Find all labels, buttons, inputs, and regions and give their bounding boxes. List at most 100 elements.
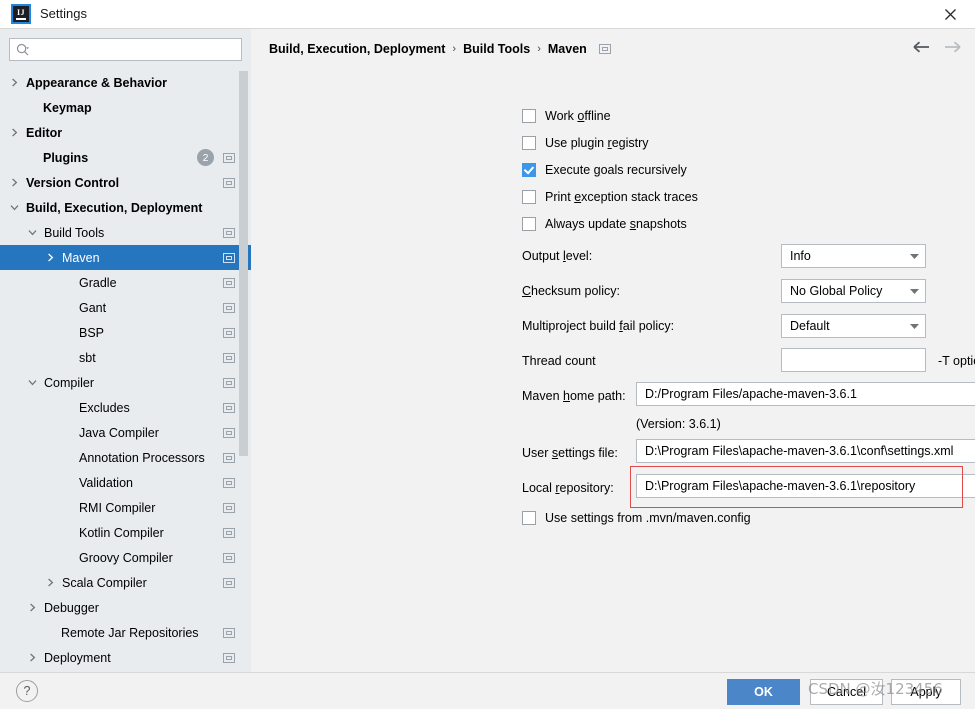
sidebar-item-label: Scala Compiler — [62, 575, 147, 590]
checksum-policy-dropdown[interactable]: No Global Policy — [781, 279, 926, 303]
sidebar-item-maven[interactable]: Maven — [0, 245, 251, 270]
chevron-down-icon[interactable] — [26, 376, 39, 389]
settings-mark-icon — [223, 327, 235, 338]
chevron-down-icon — [903, 252, 925, 260]
sidebar-item-appearance-behavior[interactable]: Appearance & Behavior — [0, 70, 251, 95]
sidebar-item-label: sbt — [79, 350, 96, 365]
checkbox-label-print-exception-stack-traces: Print exception stack traces — [545, 190, 698, 204]
settings-mark-icon — [223, 377, 235, 388]
chevron-right-icon[interactable] — [26, 601, 39, 614]
multiproject-fail-policy-label: Multiproject build fail policy: — [522, 319, 675, 333]
chevron-right-icon[interactable] — [44, 576, 57, 589]
sidebar-item-plugins[interactable]: Plugins 2 — [0, 145, 251, 170]
sidebar-item-editor[interactable]: Editor — [0, 120, 251, 145]
sidebar-item-remote-jar-repositories[interactable]: Remote Jar Repositories — [0, 620, 251, 645]
sidebar-scrollbar[interactable] — [239, 71, 248, 456]
checkbox-always-update-snapshots[interactable] — [522, 217, 536, 231]
search-input[interactable] — [34, 41, 241, 58]
search-icon — [16, 43, 30, 57]
breadcrumb-separator: › — [452, 43, 457, 55]
checkbox-execute-goals-recursively[interactable] — [522, 163, 536, 177]
user-settings-file-input[interactable]: D:\Program Files\apache-maven-3.6.1\conf… — [636, 439, 975, 463]
chevron-right-icon[interactable] — [44, 251, 57, 264]
settings-mark-icon — [223, 402, 235, 413]
breadcrumb-part-0[interactable]: Build, Execution, Deployment — [269, 42, 445, 56]
arrow-right-icon[interactable] — [944, 41, 961, 56]
sidebar-item-bsp[interactable]: BSP — [0, 320, 251, 345]
chevron-down-icon — [903, 322, 925, 330]
apply-button[interactable]: Apply — [891, 679, 961, 705]
chevron-down-icon[interactable] — [8, 201, 21, 214]
intellij-idea-logo-icon: IJ — [11, 4, 31, 24]
sidebar-item-label: RMI Compiler — [79, 500, 156, 515]
breadcrumb-part-2[interactable]: Maven — [548, 42, 587, 56]
sidebar-item-annotation-processors[interactable]: Annotation Processors — [0, 445, 251, 470]
settings-mark-icon — [223, 652, 235, 663]
checkbox-label-execute-goals-recursively: Execute goals recursively — [545, 163, 687, 177]
sidebar-item-keymap[interactable]: Keymap — [0, 95, 251, 120]
dialog-footer: ? OK Cancel Apply — [0, 672, 975, 709]
sidebar-item-scala-compiler[interactable]: Scala Compiler — [0, 570, 251, 595]
sidebar-item-gradle[interactable]: Gradle — [0, 270, 251, 295]
sidebar-item-gant[interactable]: Gant — [0, 295, 251, 320]
window-title: Settings — [40, 6, 87, 21]
sidebar-item-label: Gradle — [79, 275, 117, 290]
chevron-right-icon[interactable] — [8, 176, 21, 189]
sidebar-item-excludes[interactable]: Excludes — [0, 395, 251, 420]
output-level-label: Output level: — [522, 249, 593, 263]
help-icon[interactable]: ? — [16, 680, 38, 702]
maven-home-path-dropdown[interactable]: D:/Program Files/apache-maven-3.6.1 — [636, 382, 975, 406]
chevron-down-icon[interactable] — [26, 226, 39, 239]
sidebar-item-build-execution-deployment[interactable]: Build, Execution, Deployment — [0, 195, 251, 220]
thread-count-input[interactable] — [781, 348, 926, 372]
sidebar-item-label: Deployment — [44, 650, 111, 665]
chevron-right-icon[interactable] — [8, 76, 21, 89]
arrow-left-icon[interactable] — [913, 41, 930, 56]
sidebar-item-java-compiler[interactable]: Java Compiler — [0, 420, 251, 445]
checkbox-row-work-offline: Work offline — [522, 109, 611, 123]
settings-mark-icon — [223, 252, 235, 263]
sidebar-item-label: Plugins — [43, 150, 89, 165]
settings-mark-icon — [223, 227, 235, 238]
sidebar-item-kotlin-compiler[interactable]: Kotlin Compiler — [0, 520, 251, 545]
settings-mark-icon — [223, 627, 235, 638]
settings-dialog: IJ Settings Appearance & Behavior Keymap E… — [0, 0, 975, 709]
sidebar-item-groovy-compiler[interactable]: Groovy Compiler — [0, 545, 251, 570]
multiproject-fail-policy-dropdown[interactable]: Default — [781, 314, 926, 338]
checkbox-print-exception-stack-traces[interactable] — [522, 190, 536, 204]
sidebar-item-validation[interactable]: Validation — [0, 470, 251, 495]
cancel-button[interactable]: Cancel — [810, 679, 883, 705]
chevron-right-icon[interactable] — [8, 126, 21, 139]
close-icon[interactable] — [929, 0, 971, 28]
breadcrumb-part-1[interactable]: Build Tools — [463, 42, 530, 56]
maven-version-note: (Version: 3.6.1) — [636, 417, 721, 431]
sidebar-item-label: Groovy Compiler — [79, 550, 173, 565]
checkbox-use-plugin-registry[interactable] — [522, 136, 536, 150]
checkbox-work-offline[interactable] — [522, 109, 536, 123]
sidebar-item-compiler[interactable]: Compiler — [0, 370, 251, 395]
sidebar-item-deployment[interactable]: Deployment — [0, 645, 251, 670]
sidebar-item-label: Debugger — [44, 600, 99, 615]
sidebar-item-debugger[interactable]: Debugger — [0, 595, 251, 620]
sidebar-item-version-control[interactable]: Version Control — [0, 170, 251, 195]
local-repository-input[interactable]: D:\Program Files\apache-maven-3.6.1\repo… — [636, 474, 975, 498]
output-level-dropdown[interactable]: Info — [781, 244, 926, 268]
search-field[interactable] — [9, 38, 242, 61]
use-mvn-config-checkbox[interactable] — [522, 511, 536, 525]
settings-content-panel: Build, Execution, Deployment › Build Too… — [251, 29, 975, 672]
settings-mark-icon — [223, 177, 235, 188]
sidebar-item-sbt[interactable]: sbt — [0, 345, 251, 370]
sidebar-item-label: Appearance & Behavior — [26, 75, 168, 90]
sidebar-item-rmi-compiler[interactable]: RMI Compiler — [0, 495, 251, 520]
sidebar-item-build-tools[interactable]: Build Tools — [0, 220, 251, 245]
ok-button[interactable]: OK — [727, 679, 800, 705]
chevron-right-icon[interactable] — [26, 651, 39, 664]
settings-mark-icon — [223, 352, 235, 363]
